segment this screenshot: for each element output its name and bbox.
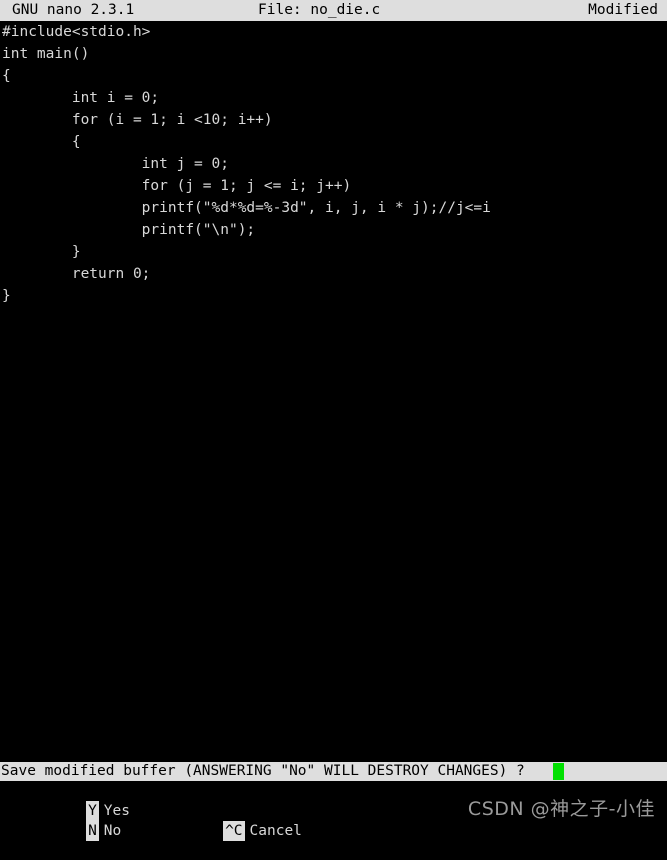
shortcut-no-key: N [86, 821, 99, 841]
code-line: { [2, 134, 81, 150]
save-prompt-bar: Save modified buffer (ANSWERING "No" WIL… [0, 762, 667, 781]
shortcut-cancel-label: Cancel [249, 823, 302, 839]
code-line: { [2, 68, 11, 84]
code-line: } [2, 288, 11, 304]
nano-version-label: GNU nano 2.3.1 [12, 2, 135, 18]
code-line: int main() [2, 46, 90, 62]
code-line: return 0; [2, 266, 151, 282]
code-line: for (j = 1; j <= i; j++) [2, 178, 352, 194]
modified-flag-label: Modified [588, 2, 658, 18]
editor-buffer[interactable]: #include<stdio.h> int main(){ int i = 0; … [0, 21, 667, 758]
shortcut-cancel-key: ^C [223, 821, 245, 841]
nano-terminal-screen: GNU nano 2.3.1 File: no_die.c Modified #… [0, 0, 667, 841]
code-line: printf("\n"); [2, 222, 256, 238]
shortcut-yes[interactable]: Y Yes [9, 782, 130, 821]
text-cursor [553, 763, 564, 780]
title-bar: GNU nano 2.3.1 File: no_die.c Modified [0, 0, 667, 21]
code-line: for (i = 1; i <10; i++) [2, 112, 273, 128]
shortcut-no-label: No [103, 823, 122, 839]
shortcut-no[interactable]: N No [9, 802, 121, 841]
code-line: int j = 0; [2, 156, 229, 172]
file-name-label: File: no_die.c [258, 2, 381, 18]
code-line: #include<stdio.h> [2, 24, 151, 40]
shortcut-cancel[interactable]: ^C Cancel [146, 802, 302, 841]
save-prompt-text: Save modified buffer (ANSWERING "No" WIL… [1, 763, 525, 779]
code-line: int i = 0; [2, 90, 160, 106]
code-line: } [2, 244, 81, 260]
code-line: printf("%d*%d=%-3d", i, j, i * j);//j<=i [2, 200, 491, 216]
csdn-watermark: CSDN @神之子-小佳 [467, 798, 655, 820]
